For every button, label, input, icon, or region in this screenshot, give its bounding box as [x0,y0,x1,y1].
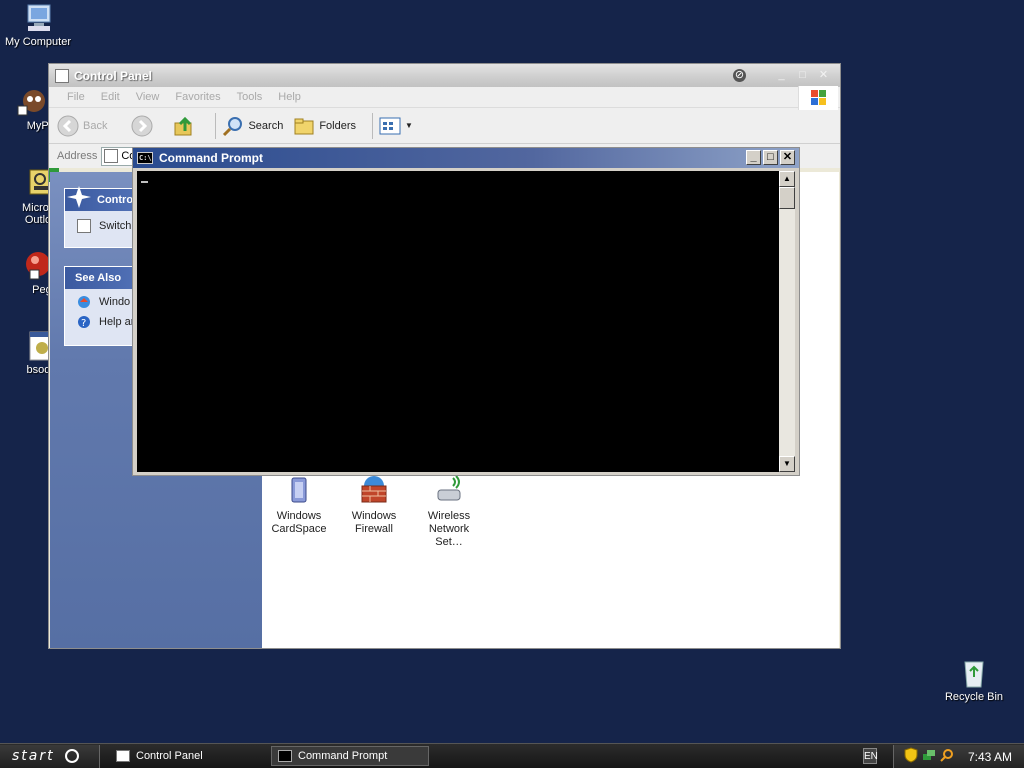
wireless-icon [433,474,465,506]
toolbar-separator [215,112,217,139]
command-prompt-window[interactable]: C:\ Command Prompt _ □ ✕ ▲ ▼ [132,147,800,476]
toolbar: Back Search Folders ▼ [49,108,840,144]
scroll-down-button[interactable]: ▼ [779,456,795,472]
console-icon: C:\ [137,152,153,164]
minimize-button[interactable]: _ [775,69,788,82]
security-shield-icon[interactable] [904,747,918,766]
taskbar: start Control Panel Command Prompt EN 7:… [0,743,1024,768]
view-switch-icon [77,219,91,233]
svg-text:?: ? [81,318,86,329]
start-button[interactable]: start [0,745,100,768]
back-arrow-icon [57,115,79,137]
folders-icon [293,115,315,137]
computer-icon [22,2,54,34]
menu-edit[interactable]: Edit [101,91,120,103]
console-icon [278,750,292,762]
up-folder-icon [173,115,195,137]
window-title: Control Panel [74,68,153,83]
desktop-icon-label: Micros Outlo [22,202,55,226]
console-output[interactable] [137,171,779,472]
help-icon: ? [77,315,91,329]
task-command-prompt[interactable]: Command Prompt [271,746,429,766]
forward-arrow-icon [131,115,153,137]
address-label: Address [57,150,98,162]
power-icon [65,749,80,763]
minimize-button[interactable]: _ [746,150,761,165]
cp-item-cardspace[interactable]: Windows CardSpace [264,474,334,536]
close-button[interactable]: ✕ [780,150,795,165]
menu-bar: File Edit View Favorites Tools Help [49,87,840,108]
window-title: Command Prompt [159,151,264,165]
outlook-icon [16,168,55,200]
views-icon [379,115,401,137]
menu-favorites[interactable]: Favorites [175,91,220,103]
menu-view[interactable]: View [136,91,160,103]
desktop-icon-my-computer[interactable]: My Computer [0,2,76,48]
menu-help[interactable]: Help [278,91,301,103]
desktop-icon-label: My Computer [4,36,72,48]
firewall-icon [358,474,390,506]
control-panel-icon [116,750,130,762]
batch-file-icon [16,330,55,362]
window-titlebar[interactable]: C:\ Command Prompt [133,148,799,168]
browser-icon [16,86,48,118]
language-indicator[interactable]: EN [863,748,878,764]
control-panel-logo-icon [66,184,92,210]
control-panel-icon [104,149,119,163]
maximize-button[interactable]: □ [796,69,809,82]
search-tray-icon[interactable] [940,748,954,765]
close-button[interactable]: ✕ [817,69,830,82]
network-icon[interactable] [922,748,936,765]
vertical-scrollbar[interactable]: ▲ ▼ [779,171,795,472]
desktop-icon-recycle-bin[interactable]: Recycle Bin [936,657,1012,703]
system-tray: 7:43 AM [893,745,1024,768]
settings-icon[interactable]: ⊘ [733,69,746,82]
back-button[interactable]: Back [57,115,107,137]
folders-button[interactable]: Folders [293,115,356,137]
recycle-bin-icon [958,657,990,689]
views-button[interactable]: ▼ [379,115,413,137]
up-folder-button[interactable] [173,115,199,137]
text-cursor [141,181,148,183]
toolbar-separator [372,112,374,139]
maximize-button[interactable]: □ [763,150,778,165]
scroll-up-button[interactable]: ▲ [779,171,795,187]
app-icon [16,250,50,282]
task-control-panel[interactable]: Control Panel [110,746,260,766]
chevron-down-icon: ▼ [405,121,413,130]
menu-file[interactable]: File [67,91,85,103]
clock[interactable]: 7:43 AM [968,750,1012,764]
window-controls: _ □ ✕ [744,150,795,165]
search-button[interactable]: Search [222,115,283,137]
windows-update-icon [77,295,91,309]
folder-icon [55,68,69,83]
search-icon [222,115,244,137]
window-titlebar[interactable]: Control Panel ⊘ _ □ ✕ [49,64,840,87]
cardspace-icon [283,474,315,506]
desktop-icon-label: Recycle Bin [944,691,1004,703]
cp-item-wireless[interactable]: Wireless Network Set… [414,474,484,549]
windows-logo-icon [798,86,838,110]
menu-tools[interactable]: Tools [237,91,263,103]
forward-button[interactable] [131,115,157,137]
cp-item-firewall[interactable]: Windows Firewall [339,474,409,536]
scroll-thumb[interactable] [779,187,795,209]
